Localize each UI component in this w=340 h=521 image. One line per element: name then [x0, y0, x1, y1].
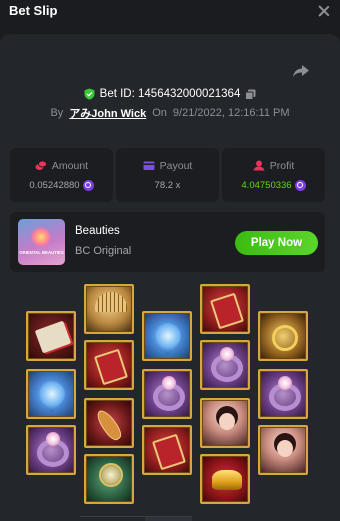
lotus-symbol — [26, 369, 76, 419]
currency-coin-icon — [294, 179, 306, 191]
close-icon[interactable] — [317, 4, 331, 18]
coins-icon — [35, 160, 47, 170]
bottom-scroll-indicator — [80, 516, 192, 521]
girl-symbol — [200, 398, 250, 448]
header: Bet Slip — [0, 0, 340, 22]
on-label: On — [152, 107, 167, 119]
bet-id-row: Bet ID: 1456432000021364 — [0, 86, 340, 102]
flower-icon — [31, 227, 51, 247]
bettor-row: By アみJohn Wick On 9/21/2022, 12:16:11 PM — [0, 105, 340, 121]
book-symbol — [200, 284, 250, 334]
ring-symbol — [26, 425, 76, 475]
amount-card: Amount 0.05242880 — [10, 148, 113, 202]
amount-value: 0.05242880 — [29, 179, 80, 191]
payout-card: Payout 78.2 x — [116, 148, 219, 202]
scroll-symbol — [26, 311, 76, 361]
payout-label: Payout — [159, 159, 193, 172]
play-now-button[interactable]: Play Now — [235, 231, 318, 255]
profit-card: Profit 4.04750336 — [222, 148, 325, 202]
payout-value: 78.2 x — [154, 179, 181, 191]
amount-label: Amount — [51, 159, 89, 172]
verified-shield-icon — [84, 88, 95, 100]
bet-id: Bet ID: 1456432000021364 — [99, 88, 241, 100]
bet-datetime: 9/21/2022, 12:16:11 PM — [172, 107, 290, 119]
slot-result-grid — [26, 282, 311, 512]
game-provider: BC Original — [75, 245, 132, 257]
page-title: Bet Slip — [9, 3, 58, 18]
book-symbol — [142, 425, 192, 475]
game-card: ORIENTAL BEAUTIES Beauties BC Original P… — [10, 212, 325, 272]
by-label: By — [50, 107, 64, 119]
thumbnail-title: ORIENTAL BEAUTIES — [19, 250, 64, 255]
lotus-symbol — [142, 311, 192, 361]
mirror-symbol — [84, 454, 134, 504]
girl-symbol — [258, 425, 308, 475]
profit-icon — [253, 160, 265, 171]
fan-symbol — [84, 284, 134, 334]
copy-icon[interactable] — [245, 89, 256, 100]
profit-value: 4.04750336 — [241, 179, 292, 191]
wallet-icon — [143, 161, 155, 170]
currency-coin-icon — [82, 179, 94, 191]
stats-row: Amount 0.05242880 Payout 78.2 x Profit 4… — [10, 148, 325, 202]
book-symbol — [84, 340, 134, 390]
profit-label: Profit — [269, 159, 295, 172]
share-icon[interactable] — [292, 64, 310, 78]
gold-ingot-symbol — [200, 454, 250, 504]
username-link[interactable]: アみJohn Wick — [69, 105, 146, 121]
pipa-symbol — [84, 398, 134, 448]
ring-symbol — [200, 340, 250, 390]
ring-symbol — [258, 369, 308, 419]
ring-symbol — [142, 369, 192, 419]
game-thumbnail[interactable]: ORIENTAL BEAUTIES — [18, 219, 65, 265]
game-name: Beauties — [75, 225, 120, 237]
pendant-symbol — [258, 311, 308, 361]
